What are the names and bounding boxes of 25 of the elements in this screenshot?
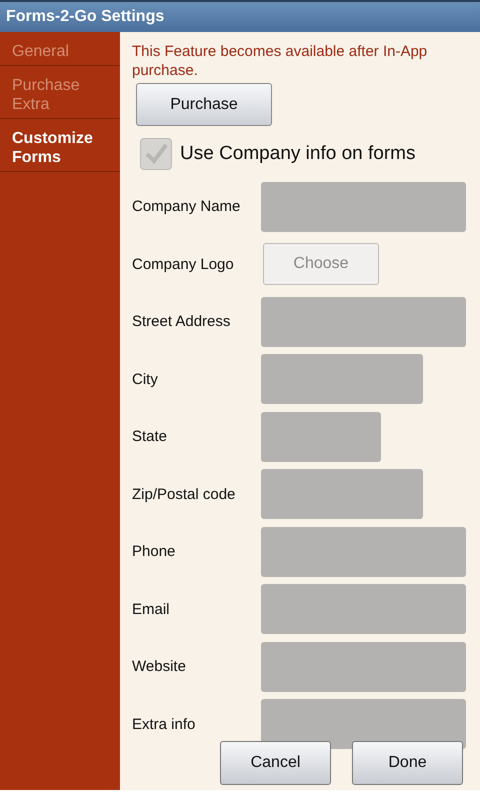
field-label: Extra info (132, 716, 196, 733)
done-button[interactable]: Done (352, 741, 463, 785)
input-field[interactable] (261, 584, 466, 634)
input-field[interactable] (261, 526, 466, 577)
input-field[interactable] (261, 182, 466, 232)
cancel-button[interactable]: Cancel (220, 741, 331, 785)
input-field[interactable] (261, 354, 423, 404)
input-field[interactable] (261, 296, 466, 347)
field-label: Company Logo (132, 256, 235, 273)
field-label: Website (132, 658, 187, 676)
purchase-button[interactable]: Purchase (136, 83, 272, 126)
field-label: Zip/Postal code (132, 486, 236, 503)
check-icon (144, 143, 168, 165)
field-label: Phone (132, 543, 176, 560)
notice-text: This Feature becomes available after In-App purchase. (132, 42, 428, 80)
field-label: Company Name (132, 198, 242, 216)
field-label: Email (132, 600, 171, 618)
checkbox-label: Use Company info on forms (180, 143, 416, 165)
window-title: Forms-2-Go Settings (0, 0, 480, 32)
field-label: State (132, 428, 168, 446)
input-field[interactable] (261, 469, 423, 520)
input-field[interactable] (261, 412, 381, 462)
input-field[interactable] (261, 642, 466, 692)
field-label: Street Address (132, 313, 232, 330)
field-label: City (132, 370, 159, 388)
